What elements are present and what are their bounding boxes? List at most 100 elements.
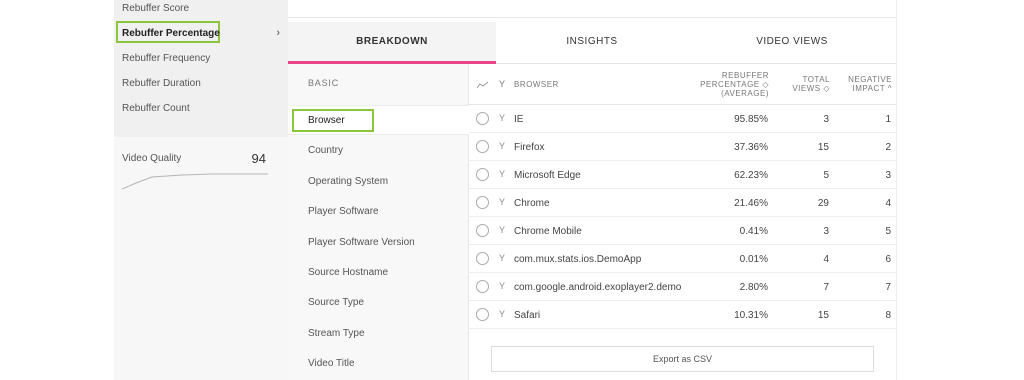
table-row[interactable]: Y IE 95.85% 3 1 <box>469 105 896 133</box>
metric-item[interactable]: Rebuffer Percentage › <box>114 21 288 46</box>
rebuffer-percentage-cell: 0.01% <box>739 254 768 265</box>
metric-label: Rebuffer Percentage <box>122 28 220 39</box>
negative-impact-cell: 1 <box>885 114 891 125</box>
video-quality-sparkline <box>122 173 268 190</box>
total-views-cell: 7 <box>823 282 829 293</box>
metric-item[interactable]: Rebuffer Score <box>114 0 288 21</box>
total-views-cell: 4 <box>823 254 829 265</box>
total-views-cell: 5 <box>823 170 829 181</box>
rebuffer-percentage-cell: 2.80% <box>739 282 768 293</box>
table-row[interactable]: Y Safari 10.31% 15 8 <box>469 301 896 329</box>
category-item[interactable]: Player Software <box>308 206 379 217</box>
rebuffer-percentage-cell: 95.85% <box>734 114 768 125</box>
chevron-right-icon: › <box>276 27 280 39</box>
filter-icon[interactable]: Y <box>499 113 505 123</box>
total-views-cell: 15 <box>817 310 829 321</box>
select-radio[interactable] <box>476 196 489 209</box>
category-item[interactable]: Source Type <box>308 297 364 308</box>
filter-icon[interactable]: Y <box>499 197 505 207</box>
browser-cell: Firefox <box>514 141 545 153</box>
category-item[interactable]: Stream Type <box>308 328 365 339</box>
rebuffer-percentage-cell: 0.41% <box>739 226 768 237</box>
metric-label: Rebuffer Score <box>122 3 190 14</box>
negative-impact-cell: 2 <box>885 142 891 153</box>
metric-list: Rebuffer Score Rebuffer Percentage › Rebuff… <box>114 0 288 137</box>
breakdown-table: Y BROWSER REBUFFER PERCENTAGE ◇ (AVERAGE… <box>469 64 896 380</box>
category-item[interactable]: Video Title <box>308 358 355 369</box>
total-views-cell: 29 <box>817 198 829 209</box>
browser-cell: Safari <box>514 309 541 321</box>
negative-impact-cell: 7 <box>885 282 891 293</box>
filter-icon[interactable]: Y <box>499 141 505 151</box>
select-radio[interactable] <box>476 280 489 293</box>
filter-icon[interactable]: Y <box>499 80 506 89</box>
table-row[interactable]: Y Firefox 37.36% 15 2 <box>469 133 896 161</box>
browser-cell: com.google.android.exoplayer2.demo <box>514 281 682 293</box>
table-header: Y BROWSER REBUFFER PERCENTAGE ◇ (AVERAGE… <box>469 64 896 105</box>
category-item[interactable]: Browser <box>308 115 345 126</box>
breakdown-category-list: BASIC Browser Country Operating System Play… <box>288 64 469 380</box>
impact-header-line1: NEGATIVE <box>848 75 892 84</box>
negative-impact-cell: 4 <box>885 198 891 209</box>
rebuffer-percentage-cell: 10.31% <box>734 310 768 321</box>
negative-impact-cell: 3 <box>885 170 891 181</box>
select-radio[interactable] <box>476 308 489 321</box>
metric-label: Rebuffer Count <box>122 103 190 114</box>
filter-icon[interactable]: Y <box>499 225 505 235</box>
tab-bar: BREAKDOWN INSIGHTS VIDEO VIEWS <box>288 22 896 64</box>
video-quality-label: Video Quality <box>122 153 182 164</box>
table-row[interactable]: Y Microsoft Edge 62.23% 5 3 <box>469 161 896 189</box>
right-divider <box>896 0 897 380</box>
rebuffer-header-line2: PERCENTAGE ◇ <box>700 80 769 89</box>
metric-item[interactable]: Rebuffer Count <box>114 96 288 121</box>
metric-sidebar: Rebuffer Score Rebuffer Percentage › Rebuff… <box>114 0 288 380</box>
column-header-rebuffer[interactable]: REBUFFER PERCENTAGE ◇ (AVERAGE) <box>700 71 769 98</box>
table-row[interactable]: Ycom.google.android.exoplayer2.demo 2.80%… <box>469 273 896 301</box>
select-radio[interactable] <box>476 252 489 265</box>
column-header-impact[interactable]: NEGATIVE IMPACT ^ <box>848 75 892 93</box>
total-views-cell: 3 <box>823 114 829 125</box>
filter-icon[interactable]: Y <box>499 281 505 291</box>
browser-cell: Microsoft Edge <box>514 169 581 181</box>
main-panel: BREAKDOWN INSIGHTS VIDEO VIEWS BASIC Bro… <box>288 0 896 380</box>
select-radio[interactable] <box>476 112 489 125</box>
category-item[interactable]: Operating System <box>308 176 388 187</box>
table-row[interactable]: Y Chrome 21.46% 29 4 <box>469 189 896 217</box>
tab-breakdown[interactable]: BREAKDOWN <box>288 22 496 64</box>
tab-insights[interactable]: INSIGHTS <box>496 22 688 64</box>
export-csv-button[interactable]: Export as CSV <box>491 346 874 372</box>
filter-icon[interactable]: Y <box>499 253 505 263</box>
select-radio[interactable] <box>476 140 489 153</box>
views-header-line1: TOTAL <box>802 75 830 84</box>
column-header-browser[interactable]: BROWSER <box>514 80 559 89</box>
table-row[interactable]: Ycom.mux.stats.ios.DemoApp 0.01% 4 6 <box>469 245 896 273</box>
select-radio[interactable] <box>476 168 489 181</box>
rebuffer-percentage-cell: 37.36% <box>734 142 768 153</box>
metric-item[interactable]: Rebuffer Duration <box>114 71 288 96</box>
total-views-cell: 3 <box>823 226 829 237</box>
metric-label: Rebuffer Frequency <box>122 53 211 64</box>
browser-cell: IE <box>514 113 524 125</box>
column-header-views[interactable]: TOTAL VIEWS ◇ <box>792 75 830 93</box>
category-item[interactable]: Player Software Version <box>308 237 415 248</box>
browser-cell: Chrome Mobile <box>514 225 582 237</box>
rebuffer-header-line3: (AVERAGE) <box>721 89 769 98</box>
category-item[interactable]: Source Hostname <box>308 267 388 278</box>
negative-impact-cell: 5 <box>885 226 891 237</box>
rebuffer-header-line1: REBUFFER <box>721 71 769 80</box>
filter-icon[interactable]: Y <box>499 309 505 319</box>
select-radio[interactable] <box>476 224 489 237</box>
browser-cell: Chrome <box>514 197 550 209</box>
total-views-cell: 15 <box>817 142 829 153</box>
rebuffer-percentage-cell: 21.46% <box>734 198 768 209</box>
browser-cell: com.mux.stats.ios.DemoApp <box>514 253 642 265</box>
filter-icon[interactable]: Y <box>499 169 505 179</box>
category-item[interactable]: Country <box>308 145 343 156</box>
table-row[interactable]: Y Chrome Mobile 0.41% 3 5 <box>469 217 896 245</box>
video-quality-card[interactable]: Video Quality 94 <box>114 137 288 380</box>
tab-video-views[interactable]: VIDEO VIEWS <box>688 22 896 64</box>
metric-item[interactable]: Rebuffer Frequency <box>114 46 288 71</box>
trend-icon[interactable] <box>477 81 489 89</box>
video-quality-score: 94 <box>251 151 266 166</box>
negative-impact-cell: 6 <box>885 254 891 265</box>
